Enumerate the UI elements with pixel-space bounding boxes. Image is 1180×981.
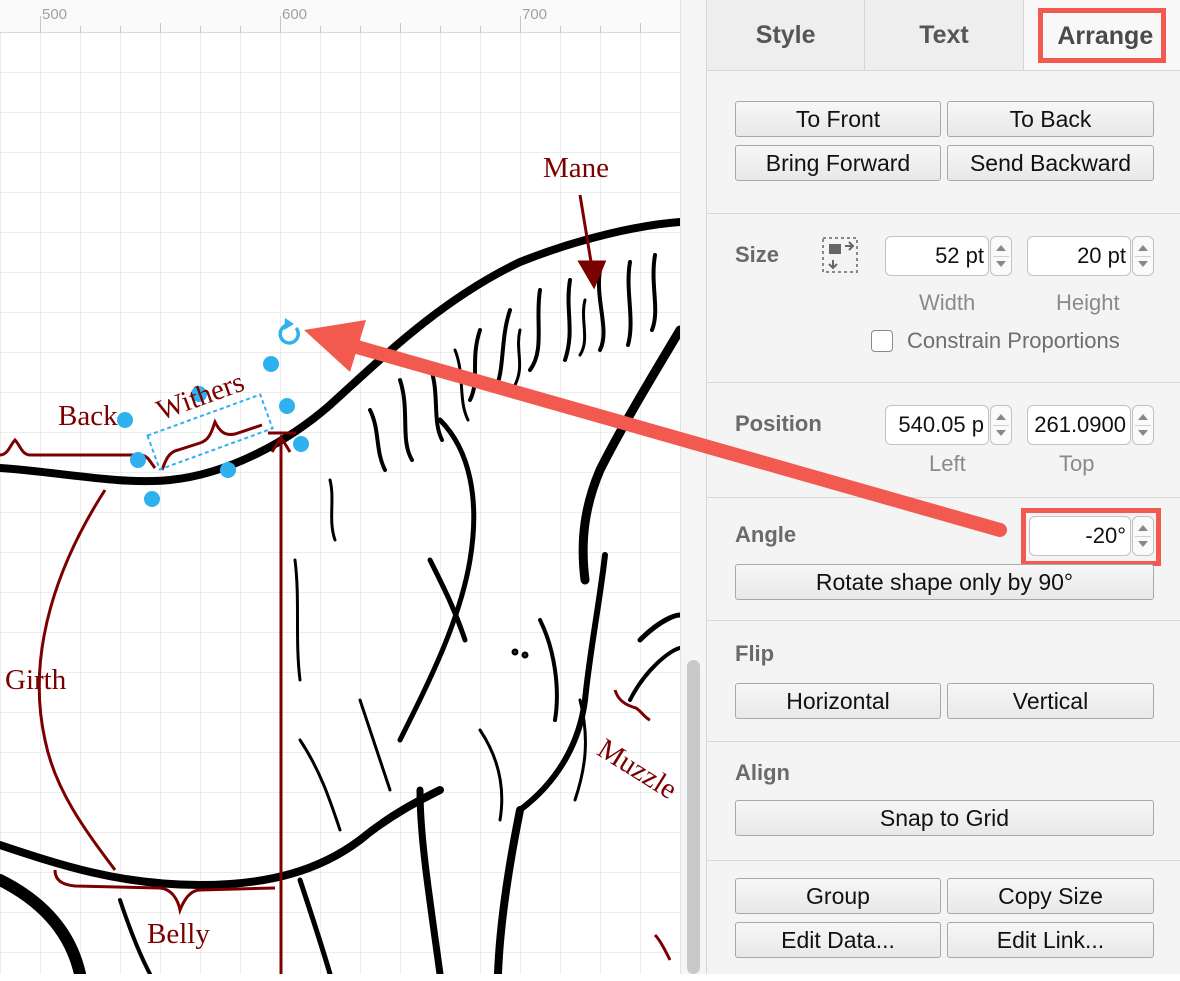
- autosize-icon[interactable]: [821, 236, 859, 274]
- top-stepper[interactable]: [1132, 405, 1154, 445]
- tab-arrange-label: Arrange: [1038, 7, 1167, 63]
- edit-data-button[interactable]: Edit Data...: [735, 922, 941, 958]
- label-belly[interactable]: Belly: [147, 918, 210, 951]
- ruler-label: 600: [282, 6, 308, 23]
- width-caption: Width: [919, 290, 976, 315]
- top-caption: Top: [1059, 451, 1095, 476]
- order-section: To Front To Back Bring Forward Send Back…: [707, 71, 1180, 214]
- constrain-proportions-checkbox[interactable]: [871, 330, 893, 352]
- tab-style[interactable]: Style: [707, 0, 866, 70]
- label-girth[interactable]: Girth: [5, 664, 66, 697]
- height-input[interactable]: 20 pt: [1027, 236, 1131, 276]
- left-stepper[interactable]: [990, 405, 1012, 445]
- left-input[interactable]: 540.05 p: [885, 405, 989, 445]
- tab-text[interactable]: Text: [865, 0, 1024, 70]
- width-input[interactable]: 52 pt: [885, 236, 989, 276]
- flip-vertical-button[interactable]: Vertical: [947, 683, 1154, 719]
- send-backward-button[interactable]: Send Backward: [947, 145, 1154, 181]
- copy-size-button[interactable]: Copy Size: [947, 878, 1154, 914]
- height-stepper[interactable]: [1132, 236, 1154, 276]
- angle-title: Angle: [735, 522, 797, 547]
- left-caption: Left: [929, 451, 966, 476]
- position-section: Position 540.05 p 261.0900 Left Top: [707, 383, 1180, 498]
- position-title: Position: [735, 411, 822, 436]
- align-title: Align: [735, 760, 790, 785]
- ruler-label: 700: [522, 6, 548, 23]
- width-stepper[interactable]: [990, 236, 1012, 276]
- diagram-canvas[interactable]: 500 600 700 Mane Back Withers Girth Bell…: [0, 0, 680, 974]
- ruler-label: 500: [42, 6, 68, 23]
- flip-horizontal-button[interactable]: Horizontal: [735, 683, 941, 719]
- rotate-handle-icon: [278, 318, 300, 345]
- tab-text-label: Text: [919, 20, 969, 49]
- vertical-scrollbar[interactable]: [680, 0, 707, 974]
- angle-input[interactable]: -20°: [1029, 516, 1131, 556]
- top-input[interactable]: 261.0900: [1027, 405, 1131, 445]
- edit-link-button[interactable]: Edit Link...: [947, 922, 1154, 958]
- constrain-proportions-label[interactable]: Constrain Proportions: [907, 328, 1120, 354]
- format-panel: Style Text Arrange To Front To Back Brin…: [706, 0, 1180, 974]
- angle-stepper[interactable]: [1132, 516, 1154, 556]
- to-back-button[interactable]: To Back: [947, 101, 1154, 137]
- horse-drawing: [0, 194, 680, 974]
- align-section: Align Snap to Grid: [707, 742, 1180, 861]
- flip-title: Flip: [735, 641, 775, 666]
- group-button[interactable]: Group: [735, 878, 941, 914]
- rotate-90-button[interactable]: Rotate shape only by 90°: [735, 564, 1154, 600]
- size-section: Size 52 pt 20 pt Width Height Constrain …: [707, 214, 1180, 383]
- to-front-button[interactable]: To Front: [735, 101, 941, 137]
- flip-section: Flip Horizontal Vertical: [707, 621, 1180, 742]
- horizontal-ruler: 500 600 700: [0, 0, 680, 33]
- bring-forward-button[interactable]: Bring Forward: [735, 145, 941, 181]
- tab-arrange[interactable]: Arrange: [1023, 0, 1180, 70]
- snap-to-grid-button[interactable]: Snap to Grid: [735, 800, 1154, 836]
- angle-section: Angle -20° Rotate shape only by 90°: [707, 498, 1180, 621]
- panel-tabs: Style Text Arrange: [707, 0, 1180, 71]
- tab-style-label: Style: [755, 20, 816, 49]
- label-back[interactable]: Back: [58, 400, 118, 433]
- misc-section: Group Copy Size Edit Data... Edit Link..…: [707, 861, 1180, 981]
- size-title: Size: [735, 242, 780, 267]
- scrollbar-thumb[interactable]: [687, 660, 700, 974]
- height-caption: Height: [1056, 290, 1120, 315]
- label-mane[interactable]: Mane: [543, 152, 609, 185]
